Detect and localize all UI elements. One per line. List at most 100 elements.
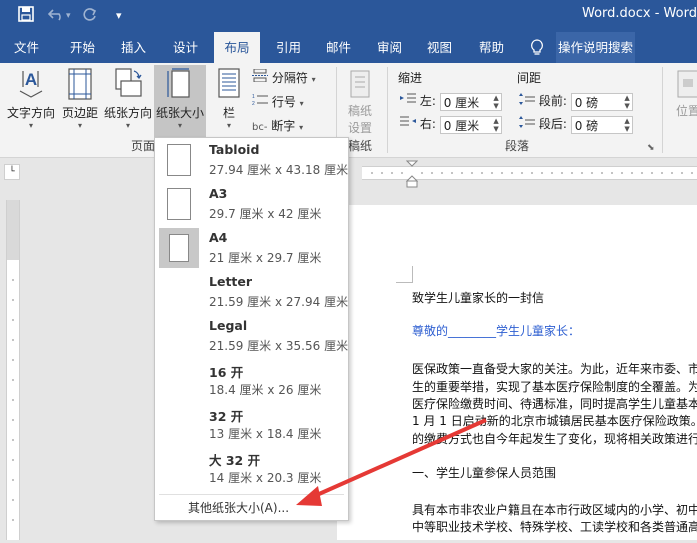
tab-design[interactable]: 设计 [164,32,207,63]
text-direction-button[interactable]: A 文字方向 ▾ [4,67,58,130]
breaks-label: 分隔符 [271,71,308,85]
document-paragraph-line[interactable]: 医保政策一直备受大家的关注。为此，近年来市委、市 [412,360,697,377]
paper-size-option[interactable]: 16 开 18.4 厘米 x 26 厘米 [155,358,348,402]
size-button[interactable]: 纸张大小 ▾ [154,65,206,137]
chevron-down-icon: ▾ [125,121,130,130]
paper-size-dimensions: 27.94 厘米 x 43.18 厘米 [209,163,349,177]
tab-mailings[interactable]: 邮件 [317,32,360,63]
paper-size-name: 16 开 [209,365,244,380]
document-greeting[interactable]: 尊敬的________学生儿童家长： [412,322,697,339]
hyphenation-icon: bc- [252,122,268,133]
document-paragraph-line[interactable]: 中等职业技术学校、特殊学校、工读学校和各类普通高 [412,518,697,535]
spacing-after-input[interactable]: 0 磅 ▲ ▼ [570,115,633,134]
tab-file[interactable]: 文件 [5,32,48,63]
customize-icon[interactable]: ▾ [116,6,122,26]
margins-label: 页边距 [61,106,98,120]
draft-paper-icon [340,69,380,102]
paper-thumb-bg-selected [159,228,199,268]
chevron-down-icon: ▾ [299,123,304,132]
line-numbers-button[interactable]: 12 行号 ▾ [252,93,304,110]
paper-size-name: Letter [209,274,253,289]
spinner-arrows-icon[interactable]: ▲ ▼ [493,117,498,133]
chevron-down-icon: ▾ [299,99,304,108]
position-button[interactable]: 位置 [668,69,697,119]
draft-paper-label-1: 稿纸 [347,104,372,118]
vertical-ruler-ticks [7,200,19,521]
paper-size-dimensions: 18.4 厘米 x 26 厘米 [209,383,322,397]
breaks-button[interactable]: 分隔符 ▾ [252,68,316,86]
tab-help[interactable]: 帮助 [470,32,513,63]
paper-size-option[interactable]: A3 29.7 厘米 x 42 厘米 [155,182,348,226]
undo-dropdown-icon[interactable]: ▾ [66,6,71,26]
document-paragraph-line[interactable]: 的缴费方式也自今年起发生了变化，现将相关政策进行 [412,430,697,447]
tell-me-search[interactable]: 操作说明搜索 [556,32,636,63]
dialog-launcher-icon[interactable]: ⬊ [647,143,655,153]
undo-icon[interactable] [47,6,66,27]
tab-home[interactable]: 开始 [61,32,104,63]
line-numbers-label: 行号 [271,95,296,109]
spinner-arrows-icon[interactable]: ▲ ▼ [624,94,629,110]
spacing-before-value: 0 磅 [574,95,599,110]
text-direction-icon: A [4,67,58,104]
spacing-before-label: 段前: [538,94,567,108]
paper-size-option[interactable]: Tabloid 27.94 厘米 x 43.18 厘米 [155,138,348,182]
chevron-down-icon: ▾ [226,121,231,130]
paper-size-option[interactable]: 大 32 开 14 厘米 x 20.3 厘米 [155,446,348,490]
paper-size-option[interactable]: Legal 21.59 厘米 x 35.56 厘米 [155,314,348,358]
spacing-after-icon [519,116,535,131]
spacing-header: 间距 [517,71,542,85]
paper-size-option[interactable]: 32 开 13 厘米 x 18.4 厘米 [155,402,348,446]
paper-size-name: A4 [209,230,228,245]
margins-button[interactable]: 页边距 ▾ [60,67,100,130]
tab-review[interactable]: 审阅 [368,32,411,63]
paper-size-icon [154,67,206,104]
indent-marker-icon[interactable] [405,160,419,191]
orientation-label: 纸张方向 [103,106,152,120]
document-paragraph-line[interactable]: 1 月 1 日启动新的北京市城镇居民基本医疗保险政策。 [412,412,697,429]
spinner-arrows-icon[interactable]: ▲ ▼ [493,94,498,110]
tab-references[interactable]: 引用 [267,32,310,63]
paper-size-dimensions: 21.59 厘米 x 27.94 厘米 [209,295,349,309]
more-paper-sizes-item[interactable]: 其他纸张大小(A)... [188,499,289,516]
indent-right-icon [400,116,416,131]
orientation-icon [102,67,154,104]
tab-layout[interactable]: 布局 [214,32,260,63]
document-paragraph-line[interactable]: 具有本市非农业户籍且在本市行政区域内的小学、初中 [412,501,697,518]
document-title[interactable]: 致学生儿童家长的一封信 [412,289,697,306]
redo-icon[interactable] [82,6,98,27]
indent-left-input[interactable]: 0 厘米 ▲ ▼ [439,92,502,111]
spacing-before-input[interactable]: 0 磅 ▲ ▼ [570,92,633,111]
paper-size-name: Tabloid [209,142,260,157]
document-paragraph-line[interactable]: 医疗保险缴费时间、待遇标准，同时提高学生儿童基本 [412,395,697,412]
indent-right-row: 右: 0 厘米 ▲ ▼ [400,115,502,134]
paper-size-option[interactable]: Letter 21.59 厘米 x 27.94 厘米 [155,270,348,314]
document-paragraph-line[interactable]: 生的重要举措，实现了基本医疗保险制度的全覆盖。为 [412,378,697,395]
tab-stop-selector[interactable]: └ [4,164,20,180]
draft-paper-label-2: 设置 [347,121,372,135]
paper-size-name: 32 开 [209,409,244,424]
ribbon-tabs: 文件 开始 插入 设计 布局 引用 邮件 审阅 视图 帮助 操作说明搜索 [0,32,697,63]
indent-right-input[interactable]: 0 厘米 ▲ ▼ [439,115,502,134]
spinner-arrows-icon[interactable]: ▲ ▼ [624,117,629,133]
orientation-button[interactable]: 纸张方向 ▾ [102,67,154,130]
document-section-heading[interactable]: 一、学生儿童参保人员范围 [412,464,697,481]
breaks-icon [252,68,268,85]
chevron-down-icon: ▾ [28,121,33,130]
paper-size-option-selected[interactable]: A4 21 厘米 x 29.7 厘米 [155,226,348,270]
text-direction-label: 文字方向 [6,106,55,120]
vertical-ruler-strip [6,200,20,540]
tab-insert[interactable]: 插入 [112,32,155,63]
spacing-after-row: 段后: 0 磅 ▲ ▼ [519,115,633,134]
paper-size-dimensions: 14 厘米 x 20.3 厘米 [209,471,322,485]
chevron-down-icon: ▾ [311,75,316,84]
draft-paper-button[interactable]: 稿纸 设置 [340,69,380,136]
margins-icon [60,67,100,104]
paper-size-name: A3 [209,186,228,201]
tab-view[interactable]: 视图 [418,32,461,63]
columns-button[interactable]: 栏 ▾ [210,67,248,130]
hyphenation-button[interactable]: bc- 断字 ▾ [252,117,303,134]
save-icon[interactable] [18,6,34,27]
paper-size-dimensions: 21.59 厘米 x 35.56 厘米 [209,339,349,353]
chevron-down-icon: ▾ [177,121,182,130]
spacing-before-icon [519,93,535,108]
